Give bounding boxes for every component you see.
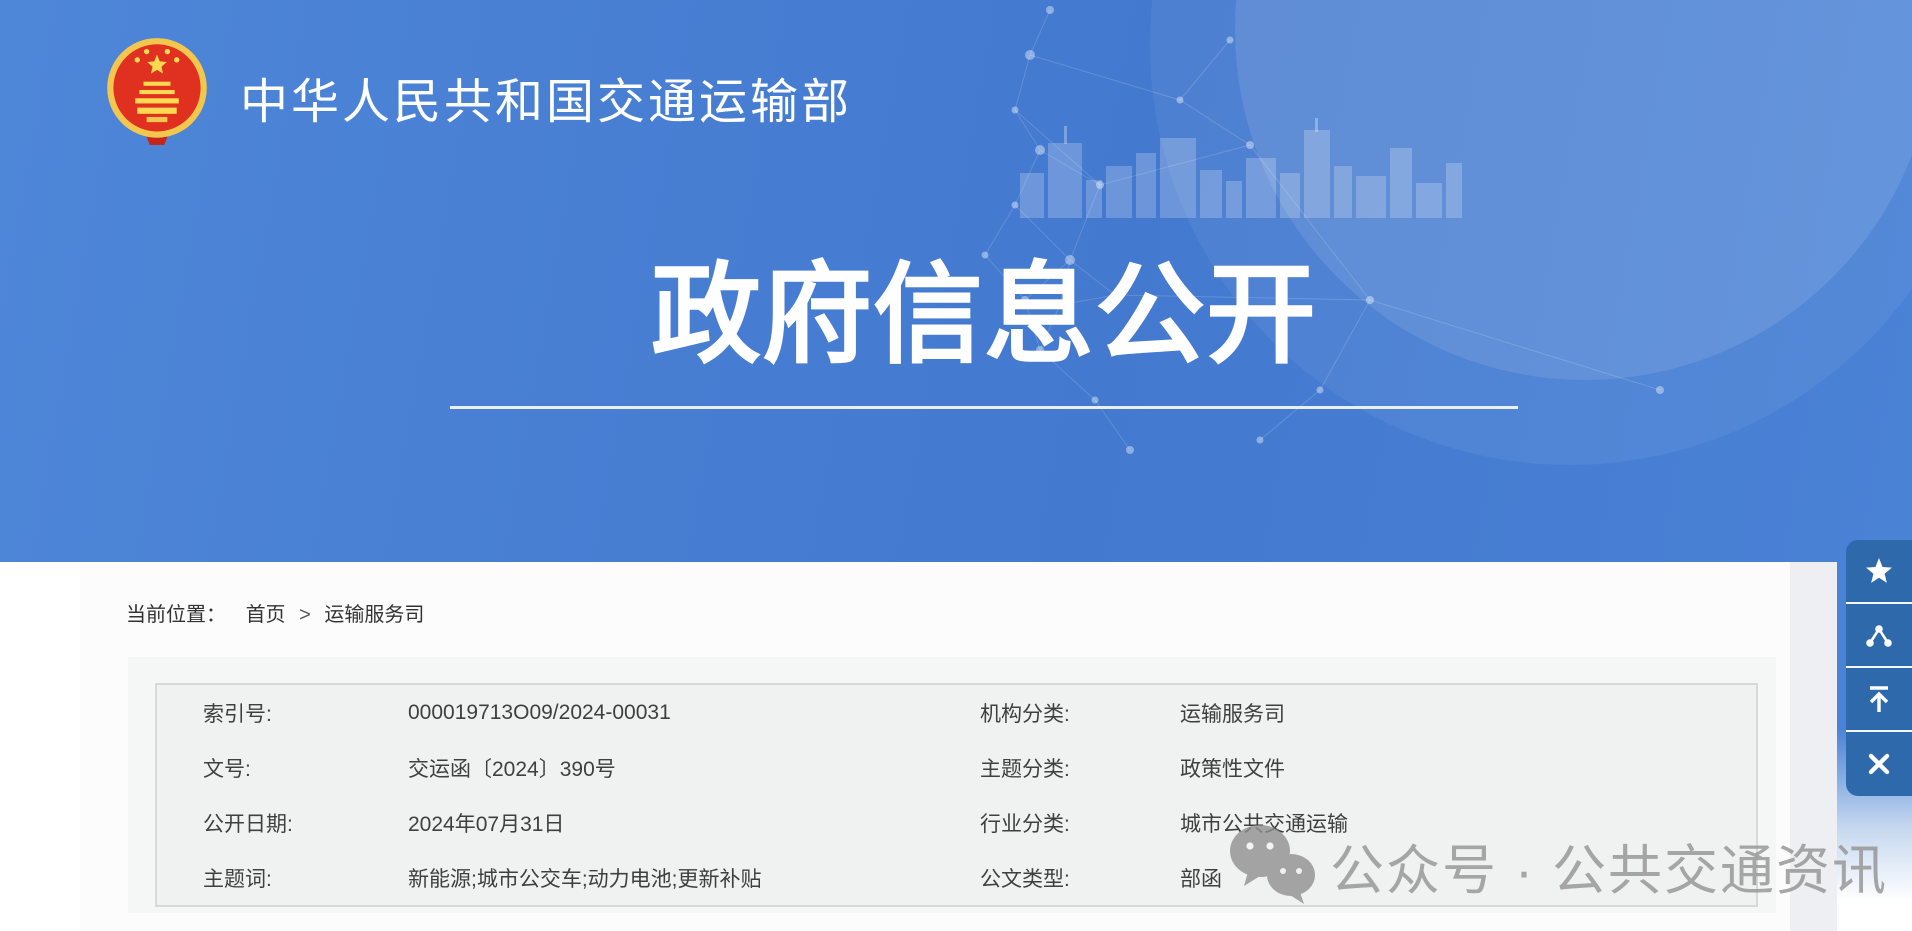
star-icon	[1866, 558, 1892, 583]
meta-label: 公开日期:	[203, 812, 293, 836]
meta-value: 000019713O09/2024-00031	[408, 700, 671, 724]
top-arrow-icon	[1869, 686, 1889, 712]
meta-value: 运输服务司	[1180, 702, 1285, 726]
floating-toolbar	[1846, 540, 1912, 796]
breadcrumb-section-link[interactable]: 运输服务司	[324, 604, 424, 626]
share-icon	[1866, 625, 1892, 647]
meta-value: 新能源;城市公交车;动力电池;更新补贴	[408, 867, 762, 891]
meta-value: 2024年07月31日	[408, 812, 565, 836]
brand: 中华人民共和国交通运输部	[105, 36, 905, 146]
favorite-button[interactable]	[1846, 540, 1912, 604]
meta-label: 机构分类:	[980, 702, 1070, 726]
share-button[interactable]	[1846, 604, 1912, 668]
page-title: 政府信息公开	[651, 254, 1317, 377]
site-name: 中华人民共和国交通运输部	[240, 76, 853, 129]
meta-label: 公文类型:	[980, 867, 1070, 891]
meta-label: 行业分类:	[980, 812, 1070, 836]
doc-meta-table: 索引号: 000019713O09/2024-00031 机构分类: 运输服务司…	[155, 683, 1758, 907]
breadcrumb-label: 当前位置：	[126, 604, 226, 626]
meta-label: 主题分类:	[980, 757, 1070, 781]
close-button[interactable]	[1846, 732, 1912, 796]
breadcrumb-home-link[interactable]: 首页	[246, 604, 286, 626]
meta-value: 交运函〔2024〕390号	[408, 757, 616, 781]
table-row: 公开日期: 2024年07月31日 行业分类: 城市公共交通运输	[157, 795, 1756, 850]
china-national-emblem-icon	[107, 38, 207, 145]
meta-value: 政策性文件	[1180, 757, 1285, 781]
right-margin-strip	[1790, 562, 1837, 931]
table-row: 索引号: 000019713O09/2024-00031 机构分类: 运输服务司	[157, 685, 1756, 740]
table-row: 文号: 交运函〔2024〕390号 主题分类: 政策性文件	[157, 740, 1756, 795]
meta-value: 城市公共交通运输	[1180, 812, 1348, 836]
table-row: 主题词: 新能源;城市公交车;动力电池;更新补贴 公文类型: 部函	[157, 850, 1756, 905]
page-header: 中华人民共和国交通运输部 政府信息公开	[0, 0, 1912, 562]
breadcrumb-separator: >	[299, 604, 311, 626]
breadcrumb: 当前位置： 首页 > 运输服务司	[126, 598, 424, 627]
meta-label: 主题词:	[203, 867, 272, 891]
close-icon	[1868, 753, 1890, 775]
meta-value: 部函	[1180, 867, 1222, 891]
meta-label: 索引号:	[203, 702, 272, 726]
content-card: 当前位置： 首页 > 运输服务司 索引号: 000019713O09/2024-…	[80, 562, 1790, 931]
back-to-top-button[interactable]	[1846, 668, 1912, 732]
page-title-block: 政府信息公开	[450, 252, 1518, 409]
meta-label: 文号:	[203, 757, 251, 781]
